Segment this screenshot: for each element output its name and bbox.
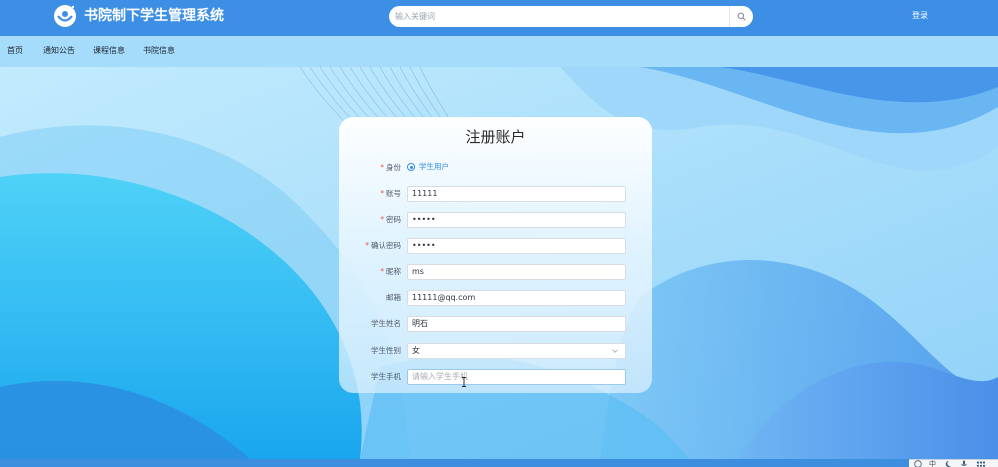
student-phone-label: 学生手机: [371, 372, 401, 381]
ime-icon[interactable]: [913, 460, 923, 467]
identity-label: * 身份: [380, 163, 401, 172]
student-phone-row: 学生手机 请输入学生手机: [339, 369, 652, 385]
nav-item-courses[interactable]: 课程信息: [93, 45, 125, 57]
account-input[interactable]: 11111: [407, 186, 626, 202]
register-card: 注册账户 * 身份 学生用户 * 账号 11111 * 密码 ••••• * 确认密码 …: [339, 117, 652, 393]
student-phone-input[interactable]: 请输入学生手机: [407, 369, 626, 385]
ime-language-label[interactable]: 中: [929, 460, 936, 467]
student-gender-select[interactable]: 女: [407, 343, 626, 359]
confirm-password-label: * 确认密码: [365, 241, 401, 250]
nickname-input[interactable]: ms: [407, 264, 626, 280]
keyboard-icon[interactable]: [975, 460, 987, 467]
search-bar: [389, 6, 753, 27]
nickname-row: * 昵称 ms: [339, 264, 652, 280]
bottom-bar: [0, 459, 998, 467]
email-input[interactable]: 11111@qq.com: [407, 290, 626, 306]
logo-icon[interactable]: [52, 3, 78, 29]
required-mark: *: [380, 215, 384, 224]
login-link[interactable]: 登录: [912, 10, 928, 22]
password-label: * 密码: [380, 215, 401, 224]
required-mark: *: [380, 163, 384, 172]
nickname-label: * 昵称: [380, 267, 401, 276]
required-mark: *: [380, 189, 384, 198]
nav-item-colleges[interactable]: 书院信息: [143, 45, 175, 57]
student-gender-row: 学生性别 女: [339, 343, 652, 359]
gender-selected-value: 女: [412, 346, 420, 355]
top-header: 书院制下学生管理系统 登录: [0, 0, 998, 36]
student-name-row: 学生姓名 明石: [339, 316, 652, 332]
mic-icon[interactable]: [959, 460, 969, 467]
identity-option-label: 学生用户: [419, 162, 449, 171]
required-mark: *: [380, 267, 384, 276]
main-nav: 首页 通知公告 课程信息 书院信息: [0, 36, 998, 67]
form-title: 注册账户: [465, 128, 526, 146]
text-cursor-icon: [462, 377, 466, 387]
nav-item-home[interactable]: 首页: [7, 45, 23, 57]
password-row: * 密码 •••••: [339, 212, 652, 228]
required-mark: *: [365, 241, 369, 250]
password-input[interactable]: •••••: [407, 212, 626, 228]
phone-placeholder: 请输入学生手机: [412, 372, 468, 381]
confirm-password-row: * 确认密码 •••••: [339, 238, 652, 254]
identity-row: * 身份 学生用户: [339, 160, 652, 176]
search-button[interactable]: [729, 6, 753, 27]
app-title: 书院制下学生管理系统: [84, 8, 224, 24]
nav-item-notices[interactable]: 通知公告: [43, 45, 75, 57]
student-gender-label: 学生性别: [371, 346, 401, 355]
identity-radio-student[interactable]: 学生用户: [407, 162, 467, 173]
search-icon: [737, 12, 746, 21]
student-name-label: 学生姓名: [371, 319, 401, 328]
search-input[interactable]: [393, 8, 723, 25]
account-label: * 账号: [380, 189, 401, 198]
system-tray: 中: [909, 459, 998, 467]
email-row: 邮箱 11111@qq.com: [339, 290, 652, 306]
chevron-down-icon: [612, 349, 618, 353]
confirm-password-input[interactable]: •••••: [407, 238, 626, 254]
account-row: * 账号 11111: [339, 186, 652, 202]
student-name-input[interactable]: 明石: [407, 316, 626, 332]
moon-icon[interactable]: [943, 460, 953, 467]
radio-selected-icon: [407, 163, 415, 171]
email-label: 邮箱: [386, 293, 401, 302]
